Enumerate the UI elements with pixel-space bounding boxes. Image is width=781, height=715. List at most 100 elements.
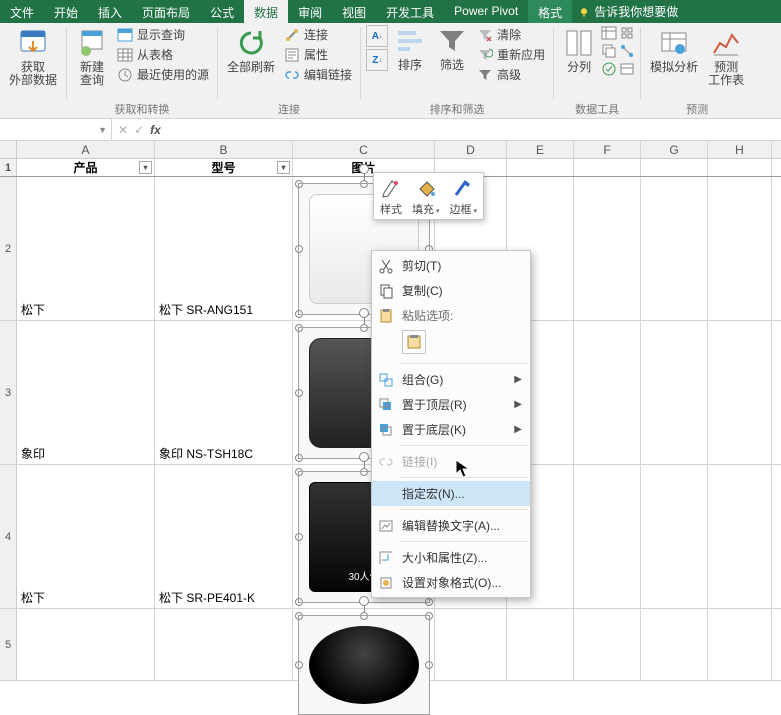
cell-b2[interactable]: 松下 SR-ANG151 <box>155 177 293 320</box>
tab-view[interactable]: 视图 <box>332 0 376 23</box>
filter-button[interactable]: 筛选 <box>432 25 472 74</box>
resize-handle[interactable] <box>295 180 303 188</box>
tab-format[interactable]: 格式 <box>528 0 572 23</box>
tell-me-box[interactable]: 告诉我你想要做 <box>572 0 781 23</box>
remove-duplicates-button[interactable] <box>601 43 617 59</box>
resize-handle[interactable] <box>425 661 433 669</box>
fx-icon[interactable]: fx <box>150 123 161 137</box>
what-if-button[interactable]: 模拟分析 <box>646 25 702 76</box>
cell-a4[interactable]: 松下 <box>17 465 155 608</box>
cell-b5[interactable] <box>155 609 293 680</box>
recent-sources-button[interactable]: 最近使用的源 <box>114 65 212 84</box>
resize-handle[interactable] <box>425 612 433 620</box>
confirm-edit-button[interactable]: ✓ <box>134 123 144 137</box>
ctx-bring-front[interactable]: 置于顶层(R)▶ <box>372 392 530 417</box>
tab-page-layout[interactable]: 页面布局 <box>132 0 200 23</box>
col-header-h[interactable]: H <box>708 141 772 158</box>
sort-desc-button[interactable]: Z↓ <box>366 49 388 71</box>
tab-developer[interactable]: 开发工具 <box>376 0 444 23</box>
header-product[interactable]: 产品▾ <box>17 159 155 176</box>
manage-data-model-button[interactable] <box>619 61 635 77</box>
tab-data[interactable]: 数据 <box>244 0 288 23</box>
forecast-sheet-button[interactable]: 预测 工作表 <box>704 25 748 89</box>
col-header-b[interactable]: B <box>155 141 293 158</box>
flash-fill-button[interactable] <box>601 25 617 41</box>
resize-handle[interactable] <box>360 612 368 620</box>
cancel-edit-button[interactable]: ✕ <box>118 123 128 137</box>
cell-a5[interactable] <box>17 609 155 680</box>
row-header-3[interactable]: 3 <box>0 321 17 464</box>
resize-handle[interactable] <box>295 468 303 476</box>
ctx-assign-macro[interactable]: 指定宏(N)... <box>372 481 530 506</box>
row-header-1[interactable]: 1 <box>0 159 17 176</box>
ctx-alt-text[interactable]: 编辑替换文字(A)... <box>372 513 530 538</box>
sort-asc-button[interactable]: A↓ <box>366 25 388 47</box>
filter-dropdown-model[interactable]: ▾ <box>277 161 290 174</box>
rotate-handle[interactable] <box>359 164 369 174</box>
clear-filter-button[interactable]: 清除 <box>474 25 548 44</box>
tab-formulas[interactable]: 公式 <box>200 0 244 23</box>
rotate-handle[interactable] <box>359 452 369 462</box>
resize-handle[interactable] <box>295 310 303 318</box>
resize-handle[interactable] <box>360 324 368 332</box>
col-header-g[interactable]: G <box>641 141 708 158</box>
refresh-all-button[interactable]: 全部刷新 <box>223 25 279 76</box>
resize-handle[interactable] <box>295 324 303 332</box>
tab-insert[interactable]: 插入 <box>88 0 132 23</box>
resize-handle[interactable] <box>295 598 303 606</box>
sort-button[interactable]: 排序 <box>390 25 430 74</box>
resize-handle[interactable] <box>295 661 303 669</box>
ctx-send-back[interactable]: 置于底层(K)▶ <box>372 417 530 442</box>
tab-file[interactable]: 文件 <box>0 0 44 23</box>
ctx-format-object[interactable]: 设置对象格式(O)... <box>372 570 530 595</box>
edit-links-button[interactable]: 编辑链接 <box>281 65 355 84</box>
cell-a3[interactable]: 象印 <box>17 321 155 464</box>
resize-handle[interactable] <box>360 468 368 476</box>
ctx-cut[interactable]: 剪切(T) <box>372 253 530 278</box>
connections-button[interactable]: 连接 <box>281 25 355 44</box>
col-header-c[interactable]: C <box>293 141 435 158</box>
row-header-4[interactable]: 4 <box>0 465 17 608</box>
consolidate-button[interactable] <box>619 25 635 41</box>
resize-handle[interactable] <box>295 612 303 620</box>
paste-option-button[interactable] <box>402 330 426 354</box>
resize-handle[interactable] <box>295 245 303 253</box>
reapply-button[interactable]: 重新应用 <box>474 45 548 64</box>
rotate-handle[interactable] <box>359 596 369 606</box>
cell-b3[interactable]: 象印 NS-TSH18C <box>155 321 293 464</box>
resize-handle[interactable] <box>295 454 303 462</box>
tab-power-pivot[interactable]: Power Pivot <box>444 0 528 23</box>
ctx-size-props[interactable]: 大小和属性(Z)... <box>372 545 530 570</box>
image-object-4[interactable] <box>298 615 430 715</box>
row-header-2[interactable]: 2 <box>0 177 17 320</box>
mini-outline-button[interactable]: 边框▾ <box>450 177 478 217</box>
cell-a2[interactable]: 松下 <box>17 177 155 320</box>
tab-review[interactable]: 审阅 <box>288 0 332 23</box>
data-validation-button[interactable] <box>601 61 617 77</box>
mini-fill-button[interactable]: 填充▾ <box>412 177 440 217</box>
text-to-columns-button[interactable]: 分列 <box>559 25 599 76</box>
filter-dropdown-product[interactable]: ▾ <box>139 161 152 174</box>
relationships-button[interactable] <box>619 43 635 59</box>
ctx-group[interactable]: 组合(G)▶ <box>372 367 530 392</box>
resize-handle[interactable] <box>360 180 368 188</box>
advanced-filter-button[interactable]: 高级 <box>474 65 548 84</box>
chevron-down-icon[interactable]: ▼ <box>98 125 107 135</box>
from-table-button[interactable]: 从表格 <box>114 45 212 64</box>
properties-button[interactable]: 属性 <box>281 45 355 64</box>
ctx-copy[interactable]: 复制(C) <box>372 278 530 303</box>
resize-handle[interactable] <box>295 389 303 397</box>
col-header-e[interactable]: E <box>507 141 574 158</box>
col-header-d[interactable]: D <box>435 141 507 158</box>
tab-home[interactable]: 开始 <box>44 0 88 23</box>
header-model[interactable]: 型号▾ <box>155 159 293 176</box>
new-query-button[interactable]: 新建 查询 <box>72 25 112 89</box>
resize-handle[interactable] <box>425 598 433 606</box>
select-all-corner[interactable] <box>0 141 17 158</box>
resize-handle[interactable] <box>295 533 303 541</box>
get-data-button[interactable]: 获取 外部数据 <box>5 25 61 89</box>
rotate-handle[interactable] <box>359 308 369 318</box>
col-header-a[interactable]: A <box>17 141 155 158</box>
show-queries-button[interactable]: 显示查询 <box>114 25 212 44</box>
cell-b4[interactable]: 松下 SR-PE401-K <box>155 465 293 608</box>
